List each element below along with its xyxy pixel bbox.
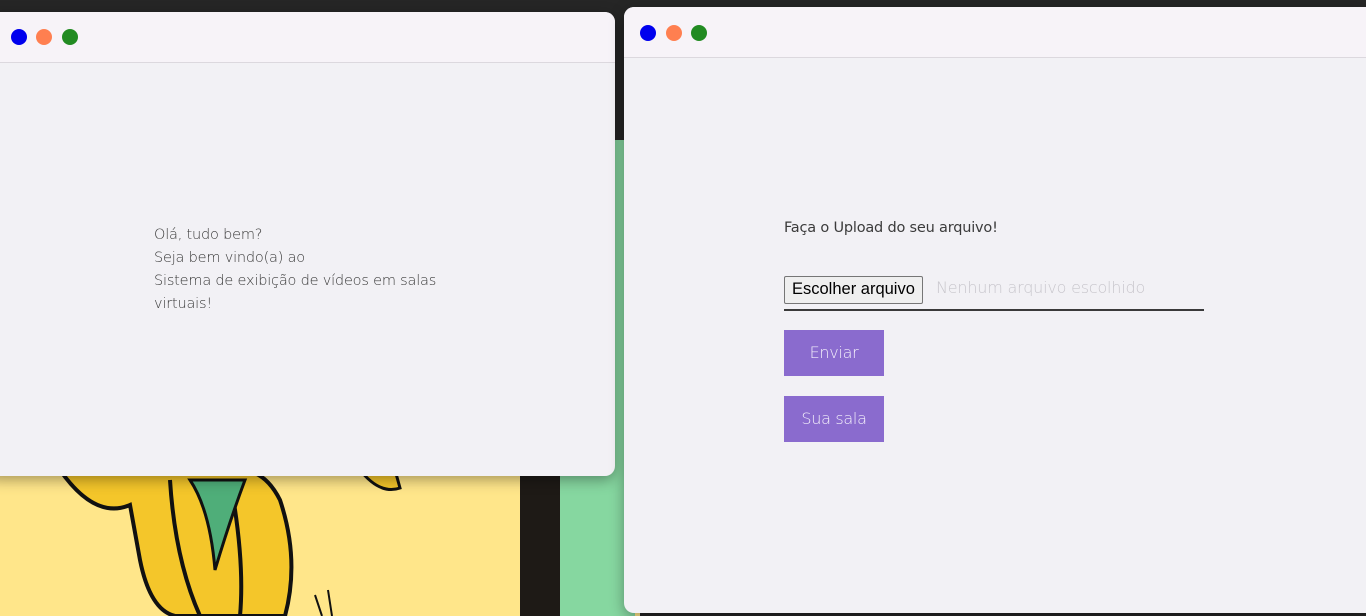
file-input[interactable]: Escolher arquivo Nenhum arquivo escolhid…	[784, 275, 1204, 311]
maximize-dot-icon[interactable]	[62, 29, 78, 45]
welcome-line-intro: Seja bem vindo(a) ao	[154, 250, 305, 266]
upload-window: Faça o Upload do seu arquivo! Escolher a…	[624, 7, 1366, 613]
maximize-dot-icon[interactable]	[691, 25, 707, 41]
welcome-message: Olá, tudo bem? Seja bem vindo(a) ao Sist…	[154, 224, 464, 316]
choose-file-button[interactable]: Escolher arquivo	[784, 276, 923, 304]
close-dot-icon[interactable]	[640, 25, 656, 41]
send-button[interactable]: Enviar	[784, 330, 884, 376]
close-dot-icon[interactable]	[11, 29, 27, 45]
welcome-window: Olá, tudo bem? Seja bem vindo(a) ao Sist…	[0, 12, 615, 476]
file-status-text: Nenhum arquivo escolhido	[936, 278, 1146, 297]
minimize-dot-icon[interactable]	[36, 29, 52, 45]
upload-window-titlebar	[624, 7, 1366, 58]
welcome-line-greeting: Olá, tudo bem?	[154, 227, 263, 243]
welcome-window-titlebar	[0, 12, 615, 63]
your-room-button[interactable]: Sua sala	[784, 396, 884, 442]
upload-title: Faça o Upload do seu arquivo!	[784, 220, 998, 236]
welcome-line-system: Sistema de exibição de vídeos em salas v…	[154, 273, 437, 312]
minimize-dot-icon[interactable]	[666, 25, 682, 41]
